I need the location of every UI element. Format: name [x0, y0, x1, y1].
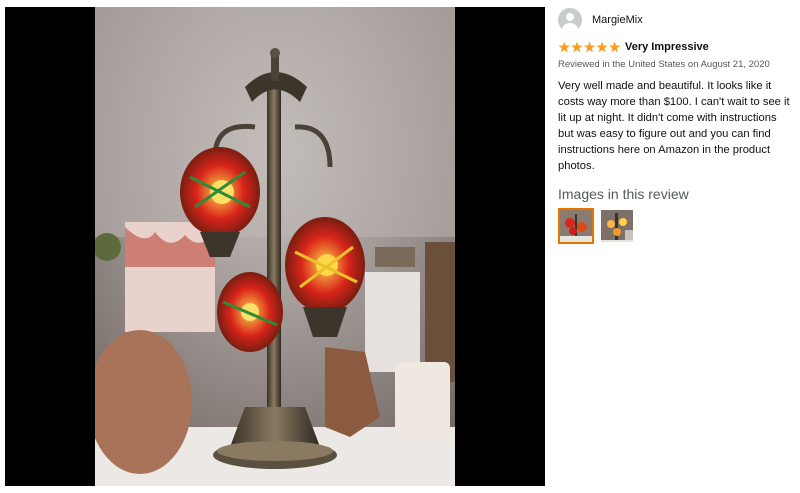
- person-silhouette-icon: [558, 8, 582, 32]
- review-thumbnails: [558, 208, 794, 244]
- star-icon: ★: [570, 39, 584, 55]
- review-title: Very Impressive: [624, 41, 709, 53]
- star-icon: ★: [583, 39, 596, 55]
- image-viewer: [5, 7, 545, 486]
- star-rating[interactable]: ★ ★ ★ ★ ★: [558, 40, 621, 54]
- thumbnail-1[interactable]: [558, 208, 594, 244]
- star-icon: ★: [595, 39, 609, 55]
- review-body: Very well made and beautiful. It looks l…: [558, 80, 790, 172]
- rating-row: ★ ★ ★ ★ ★ Very Impressive: [558, 39, 794, 55]
- thumbnail-2[interactable]: [599, 208, 635, 244]
- review-photo-lamp[interactable]: [95, 7, 455, 486]
- star-icon: ★: [608, 39, 621, 55]
- images-heading: Images in this review: [558, 186, 689, 202]
- review-date: Reviewed in the United States on August …: [558, 59, 770, 70]
- review-panel: MargieMix ★ ★ ★ ★ ★ Very Impressive Revi…: [558, 7, 794, 244]
- star-icon: ★: [558, 39, 571, 55]
- profile-name[interactable]: MargieMix: [592, 14, 643, 26]
- reviewer-profile[interactable]: MargieMix: [558, 7, 794, 33]
